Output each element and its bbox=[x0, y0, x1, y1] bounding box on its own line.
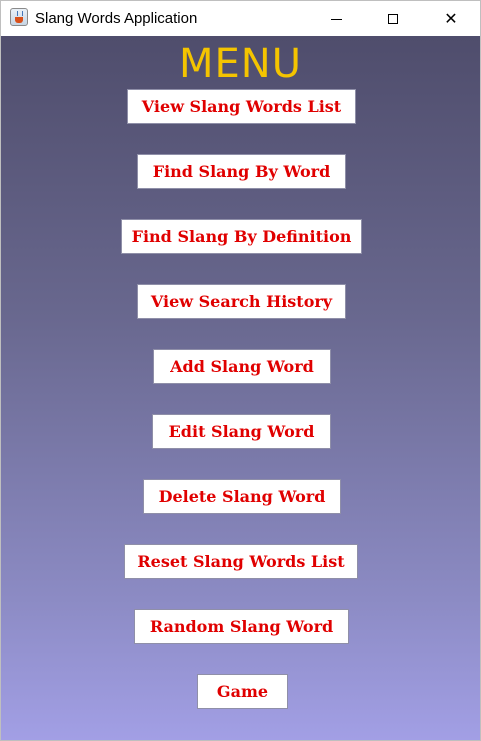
menu-panel: MENU View Slang Words List Find Slang By… bbox=[1, 36, 480, 740]
random-slang-word-button[interactable]: Random Slang Word bbox=[134, 609, 349, 644]
minimize-icon bbox=[330, 18, 342, 20]
view-slang-words-list-button[interactable]: View Slang Words List bbox=[127, 89, 356, 124]
close-button[interactable]: ✕ bbox=[423, 1, 479, 36]
minimize-button[interactable] bbox=[308, 1, 364, 36]
window-title: Slang Words Application bbox=[35, 10, 198, 27]
add-slang-word-button[interactable]: Add Slang Word bbox=[153, 349, 331, 384]
delete-slang-word-button[interactable]: Delete Slang Word bbox=[143, 479, 341, 514]
find-slang-by-definition-button[interactable]: Find Slang By Definition bbox=[121, 219, 362, 254]
edit-slang-word-button[interactable]: Edit Slang Word bbox=[152, 414, 331, 449]
title-bar[interactable]: Slang Words Application ✕ bbox=[1, 1, 480, 36]
find-slang-by-word-button[interactable]: Find Slang By Word bbox=[137, 154, 346, 189]
maximize-icon bbox=[388, 13, 398, 24]
maximize-button[interactable] bbox=[365, 1, 421, 36]
app-window: Slang Words Application ✕ MENU View Slan… bbox=[0, 0, 481, 741]
close-icon: ✕ bbox=[444, 8, 458, 28]
java-icon bbox=[10, 8, 28, 26]
menu-title: MENU bbox=[179, 41, 302, 87]
view-search-history-button[interactable]: View Search History bbox=[137, 284, 346, 319]
reset-slang-words-list-button[interactable]: Reset Slang Words List bbox=[124, 544, 358, 579]
game-button[interactable]: Game bbox=[197, 674, 288, 709]
